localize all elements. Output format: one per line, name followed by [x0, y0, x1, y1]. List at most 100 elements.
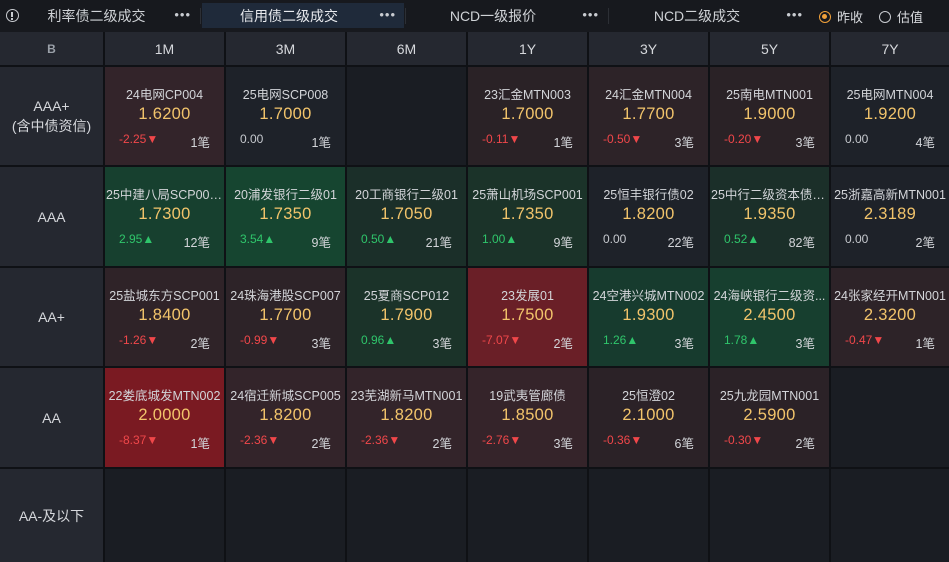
yield-change: -0.50▼: [603, 132, 643, 146]
column-header[interactable]: 1Y: [468, 32, 587, 65]
yield-change: 1.00▲: [482, 232, 518, 246]
column-header[interactable]: 6M: [347, 32, 466, 65]
empty-cell: [105, 469, 224, 562]
bond-yield: 1.9300: [622, 306, 675, 324]
column-header[interactable]: 3M: [226, 32, 345, 65]
empty-cell: [710, 469, 829, 562]
bond-cell[interactable]: 23汇金MTN003 1.7000 -0.11▼ 1笔: [468, 67, 587, 165]
bond-yield: 1.8200: [380, 406, 433, 424]
radio-option-1[interactable]: 昨收: [819, 7, 863, 26]
column-header[interactable]: 1M: [105, 32, 224, 65]
bond-cell[interactable]: 25恒澄02 2.1000 -0.36▼ 6笔: [589, 368, 708, 467]
bond-cell[interactable]: 25恒丰银行债02 1.8200 0.00 22笔: [589, 167, 708, 266]
tab-3[interactable]: NCD一级报价 •••: [407, 3, 607, 28]
bond-yield: 1.7350: [501, 205, 554, 223]
yield-change: 3.54▲: [240, 232, 276, 246]
row-header[interactable]: AA+: [0, 268, 103, 366]
more-icon[interactable]: •••: [786, 7, 803, 22]
bond-yield: 1.7000: [501, 105, 554, 123]
bond-cell[interactable]: 24电网CP004 1.6200 -2.25▼ 1笔: [105, 67, 224, 165]
bond-cell[interactable]: 23发展01 1.7500 -7.07▼ 2笔: [468, 268, 587, 366]
yield-change: -0.36▼: [603, 433, 643, 447]
column-header[interactable]: 5Y: [710, 32, 829, 65]
bond-cell[interactable]: 24空港兴城MTN002 1.9300 1.26▲ 3笔: [589, 268, 708, 366]
empty-cell: [831, 368, 949, 467]
bond-cell[interactable]: 25浙嘉高新MTN001 2.3189 0.00 2笔: [831, 167, 949, 266]
tab-2[interactable]: 信用债二级成交 •••: [202, 3, 404, 28]
tab-divider: [405, 8, 406, 24]
tab-divider: [608, 8, 609, 24]
row-header[interactable]: AA: [0, 368, 103, 467]
yield-change: -2.25▼: [119, 132, 159, 146]
bond-cell[interactable]: 24珠海港股SCP007 1.7700 -0.99▼ 3笔: [226, 268, 345, 366]
yield-change: 0.00: [240, 132, 264, 146]
empty-cell: [347, 469, 466, 562]
bond-yield: 1.9200: [863, 105, 917, 123]
bond-cell[interactable]: 25盐城东方SCP001 1.8400 -1.26▼ 2笔: [105, 268, 224, 366]
bond-cell[interactable]: 25九龙园MTN001 2.5900 -0.30▼ 2笔: [710, 368, 829, 467]
trade-count: 4笔: [915, 136, 935, 150]
yield-change: 0.00: [603, 232, 627, 246]
tab-4[interactable]: NCD二级成交 •••: [611, 3, 811, 28]
radio-icon[interactable]: [879, 10, 891, 23]
bond-cell[interactable]: 25萧山机场SCP001 1.7350 1.00▲ 9笔: [468, 167, 587, 266]
radio-label: 估值: [897, 10, 924, 25]
bond-cell[interactable]: 19武夷管廊债 1.8500 -2.76▼ 3笔: [468, 368, 587, 467]
trade-count: 3笔: [795, 136, 815, 150]
bond-cell[interactable]: 25夏商SCP012 1.7900 0.96▲ 3笔: [347, 268, 466, 366]
empty-cell: [347, 67, 466, 165]
bond-yield: 1.9000: [743, 105, 796, 123]
bond-name: 20工商银行二级01: [355, 188, 458, 202]
empty-cell: [589, 469, 708, 562]
bond-cell[interactable]: 25电网SCP008 1.7000 0.00 1笔: [226, 67, 345, 165]
bond-cell[interactable]: 25中行二级资本债0... 1.9350 0.52▲ 82笔: [710, 167, 829, 266]
bond-cell[interactable]: 24宿迁新城SCP005 1.8200 -2.36▼ 2笔: [226, 368, 345, 467]
bond-name: 19武夷管廊债: [489, 389, 566, 403]
bond-cell[interactable]: 24张家经开MTN001 2.3200 -0.47▼ 1笔: [831, 268, 949, 366]
yield-change: -2.36▼: [361, 433, 401, 447]
more-icon[interactable]: •••: [582, 7, 599, 22]
corner-logo: B: [0, 32, 103, 65]
bond-yield: 1.7700: [259, 306, 312, 324]
bond-name: 25电网MTN004: [846, 88, 934, 102]
more-icon[interactable]: •••: [379, 7, 396, 22]
tab-1[interactable]: 利率债二级成交 •••: [22, 3, 199, 28]
bond-yield: 1.9350: [743, 205, 796, 223]
bond-yield: 2.3200: [863, 306, 917, 324]
column-header[interactable]: 3Y: [589, 32, 708, 65]
bond-yield: 1.8500: [501, 406, 554, 424]
bond-cell[interactable]: 22娄底城发MTN002 2.0000 -8.37▼ 1笔: [105, 368, 224, 467]
tab-label: NCD二级成交: [653, 7, 741, 24]
bond-cell[interactable]: 24汇金MTN004 1.7700 -0.50▼ 3笔: [589, 67, 708, 165]
bond-cell[interactable]: 25电网MTN004 1.9200 0.00 4笔: [831, 67, 949, 165]
row-header[interactable]: AAA: [0, 167, 103, 266]
bond-yield: 1.7500: [501, 306, 554, 324]
bond-name: 25恒澄02: [622, 389, 675, 403]
trade-count: 2笔: [311, 437, 331, 451]
row-header[interactable]: AA-及以下: [0, 469, 103, 562]
radio-icon[interactable]: [819, 10, 831, 23]
bond-name: 25九龙园MTN001: [719, 389, 820, 403]
row-header[interactable]: AAA+ (含中债资信): [0, 67, 103, 165]
bond-cell[interactable]: 20工商银行二级01 1.7050 0.50▲ 21笔: [347, 167, 466, 266]
trade-count: 1笔: [553, 136, 573, 150]
bond-name: 24宿迁新城SCP005: [230, 389, 341, 403]
bond-cell[interactable]: 25南电MTN001 1.9000 -0.20▼ 3笔: [710, 67, 829, 165]
trade-count: 2笔: [553, 337, 573, 351]
bond-yield: 1.6200: [138, 105, 191, 123]
more-icon[interactable]: •••: [174, 7, 191, 22]
yield-change: -2.36▼: [240, 433, 280, 447]
column-header[interactable]: 7Y: [831, 32, 949, 65]
bond-name: 22娄底城发MTN002: [108, 389, 221, 403]
bond-yield: 1.8200: [622, 205, 675, 223]
bond-cell[interactable]: 20浦发银行二级01 1.7350 3.54▲ 9笔: [226, 167, 345, 266]
bond-yield: 2.4500: [743, 306, 796, 324]
bond-name: 24空港兴城MTN002: [592, 289, 705, 303]
trade-count: 3笔: [795, 337, 815, 351]
radio-option-2[interactable]: 估值: [879, 7, 923, 26]
bond-cell[interactable]: 25中建八局SCP007... 1.7300 2.95▲ 12笔: [105, 167, 224, 266]
bond-cell[interactable]: 23芜湖新马MTN001 1.8200 -2.36▼ 2笔: [347, 368, 466, 467]
info-icon[interactable]: [6, 9, 19, 22]
bond-cell[interactable]: 24海峡银行二级资... 2.4500 1.78▲ 3笔: [710, 268, 829, 366]
bond-yield: 2.3189: [863, 205, 917, 223]
